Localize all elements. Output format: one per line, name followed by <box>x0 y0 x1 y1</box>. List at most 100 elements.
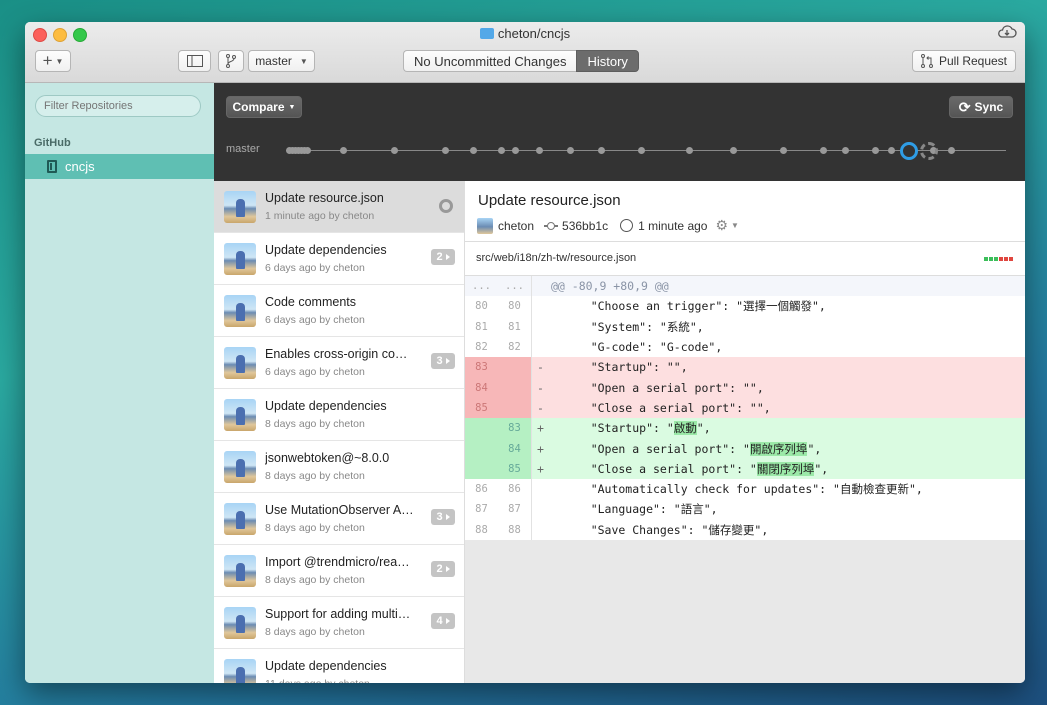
file-count-badge[interactable]: 2 <box>431 249 455 265</box>
timeline-commit-dot[interactable] <box>948 147 955 154</box>
compare-button[interactable]: Compare ▼ <box>226 96 302 118</box>
diff-sign: + <box>537 421 544 436</box>
timeline-commit-dot[interactable] <box>888 147 895 154</box>
commit-row[interactable]: Update resource.json 1 minute ago by chet… <box>214 181 464 233</box>
new-line-number <box>498 357 532 378</box>
diff-line: 84 - "Open a serial port": "", <box>465 377 1025 398</box>
diff-line: 88 88 "Save Changes": "儲存變更", <box>465 519 1025 540</box>
new-line-number: 86 <box>498 478 532 500</box>
diff-code: "Startup": "啟動", <box>551 420 711 436</box>
branch-button[interactable] <box>218 50 244 72</box>
commit-row-meta: 8 days ago by cheton <box>265 626 365 638</box>
diff-stat <box>984 257 1013 261</box>
diff-code-tail: ", <box>807 441 822 456</box>
commit-row[interactable]: jsonwebtoken@~8.0.0 8 days ago by cheton <box>214 441 464 493</box>
cloud-download-icon[interactable] <box>997 24 1017 40</box>
timeline-commit-dot[interactable] <box>686 147 693 154</box>
tab-uncommitted-changes[interactable]: No Uncommitted Changes <box>403 50 577 72</box>
filter-repositories-input[interactable] <box>35 95 201 117</box>
file-count-badge[interactable]: 3 <box>431 353 455 369</box>
diff-code-text: "Close a serial port": "", <box>563 400 771 415</box>
timeline-commit-dot[interactable] <box>842 147 849 154</box>
timeline-commit-dot[interactable] <box>498 147 505 154</box>
sync-label: Sync <box>974 100 1004 114</box>
timeline-commit-dot[interactable] <box>391 147 398 154</box>
commit-detail: Update resource.json cheton 536bb1c 1 mi… <box>465 181 1025 683</box>
title-bar: cheton/cncjs + ▼ master ▼ No Uncommitted… <box>25 22 1025 83</box>
commit-row[interactable]: Enables cross-origin com... 6 days ago by… <box>214 337 464 389</box>
commit-row-meta: 6 days ago by cheton <box>265 262 365 274</box>
new-line-number: 85 <box>498 458 532 479</box>
author-avatar <box>224 451 256 483</box>
commit-row[interactable]: Update dependencies 11 days ago by cheton <box>214 649 464 683</box>
diff-line: 85 + "Close a serial port": "關閉序列埠", <box>465 458 1025 479</box>
diff-code: "Open a serial port": "開啟序列埠", <box>551 441 821 457</box>
timeline-commit-dot[interactable] <box>340 147 347 154</box>
diff-code-text: "Choose an trigger": "選擇一個觸發", <box>563 299 826 314</box>
commit-row[interactable]: Update dependencies 6 days ago by cheton 2 <box>214 233 464 285</box>
file-count-badge[interactable]: 4 <box>431 613 455 629</box>
timeline-commit-dot[interactable] <box>536 147 543 154</box>
commit-row[interactable]: Update dependencies 8 days ago by cheton <box>214 389 464 441</box>
author-avatar <box>224 191 256 223</box>
diff-view: ...... @@ -80,9 +80,9 @@ 80 80 "Choose an t… <box>465 276 1025 540</box>
sync-button[interactable]: ⟳ Sync <box>949 96 1013 118</box>
old-line-number: 81 <box>475 320 488 333</box>
timeline-commit-dot[interactable] <box>598 147 605 154</box>
commit-author: cheton <box>498 218 535 233</box>
commit-row-title: Update dependencies <box>265 659 387 673</box>
timeline-commit-dot[interactable] <box>512 147 519 154</box>
commit-row-title: Support for adding multipl... <box>265 607 415 621</box>
chevron-down-icon[interactable]: ▼ <box>731 221 739 230</box>
diff-line: 86 86 "Automatically check for updates": … <box>465 478 1025 500</box>
diff-code-text: "Save Changes": "儲存變更", <box>563 522 769 537</box>
diff-code-text: "Close a serial port": " <box>563 461 757 476</box>
new-line-number <box>498 377 532 398</box>
diff-code-tail: ", <box>814 461 829 476</box>
diff-highlight: 開啟序列埠 <box>749 441 808 456</box>
author-avatar <box>477 217 493 234</box>
add-repository-button[interactable]: + ▼ <box>35 50 71 72</box>
diff-code-text: "System": "系統", <box>563 319 704 334</box>
commit-row-title: Update resource.json <box>265 191 384 205</box>
file-header[interactable]: src/web/i18n/zh-tw/resource.json <box>465 242 1025 276</box>
pull-request-button[interactable]: Pull Request <box>912 50 1016 72</box>
diff-code-text: "Language": "語言", <box>563 502 718 517</box>
timeline-commit-dot[interactable] <box>780 147 787 154</box>
commit-row[interactable]: Code comments 6 days ago by cheton <box>214 285 464 337</box>
diff-sign: + <box>537 441 544 456</box>
compare-label: Compare <box>232 100 285 114</box>
timeline-commit-dot[interactable] <box>470 147 477 154</box>
sidebar-item-cncjs[interactable]: cncjs <box>25 154 214 179</box>
diff-code: "Startup": "", <box>551 360 688 374</box>
file-count-badge[interactable]: 2 <box>431 561 455 577</box>
commit-row-title: Update dependencies <box>265 399 387 413</box>
toggle-sidebar-button[interactable] <box>178 50 211 72</box>
tab-history[interactable]: History <box>576 50 639 72</box>
commit-timeline[interactable] <box>286 147 1006 154</box>
commit-row-title: Import @trendmicro/react... <box>265 555 415 569</box>
pull-request-label: Pull Request <box>938 54 1008 68</box>
branch-select[interactable]: master ▼ <box>248 50 315 72</box>
file-count-badge[interactable]: 3 <box>431 509 455 525</box>
commit-row[interactable]: Import @trendmicro/react... 8 days ago by… <box>214 545 464 597</box>
timeline-commit-dot[interactable] <box>567 147 574 154</box>
uncommitted-marker[interactable] <box>920 142 938 160</box>
timeline-commit-dot[interactable] <box>820 147 827 154</box>
branch-icon <box>226 54 236 68</box>
timeline-commit-dot[interactable] <box>872 147 879 154</box>
timeline-commit-dot[interactable] <box>304 147 311 154</box>
commit-row[interactable]: Use MutationObserver API... 8 days ago by… <box>214 493 464 545</box>
commit-sha[interactable]: 536bb1c <box>562 219 608 233</box>
pull-request-icon <box>920 54 933 68</box>
commit-row-meta: 8 days ago by cheton <box>265 418 365 430</box>
gear-icon[interactable]: ⚙ <box>715 217 728 234</box>
diff-line: 85 - "Close a serial port": "", <box>465 397 1025 419</box>
commit-row[interactable]: Support for adding multipl... 8 days ago … <box>214 597 464 649</box>
commit-header: Update resource.json cheton 536bb1c 1 mi… <box>465 181 1025 242</box>
timeline-commit-dot[interactable] <box>730 147 737 154</box>
timeline-commit-dot[interactable] <box>442 147 449 154</box>
commit-title: Update resource.json <box>478 192 621 209</box>
current-commit-marker[interactable] <box>900 142 918 160</box>
timeline-commit-dot[interactable] <box>638 147 645 154</box>
